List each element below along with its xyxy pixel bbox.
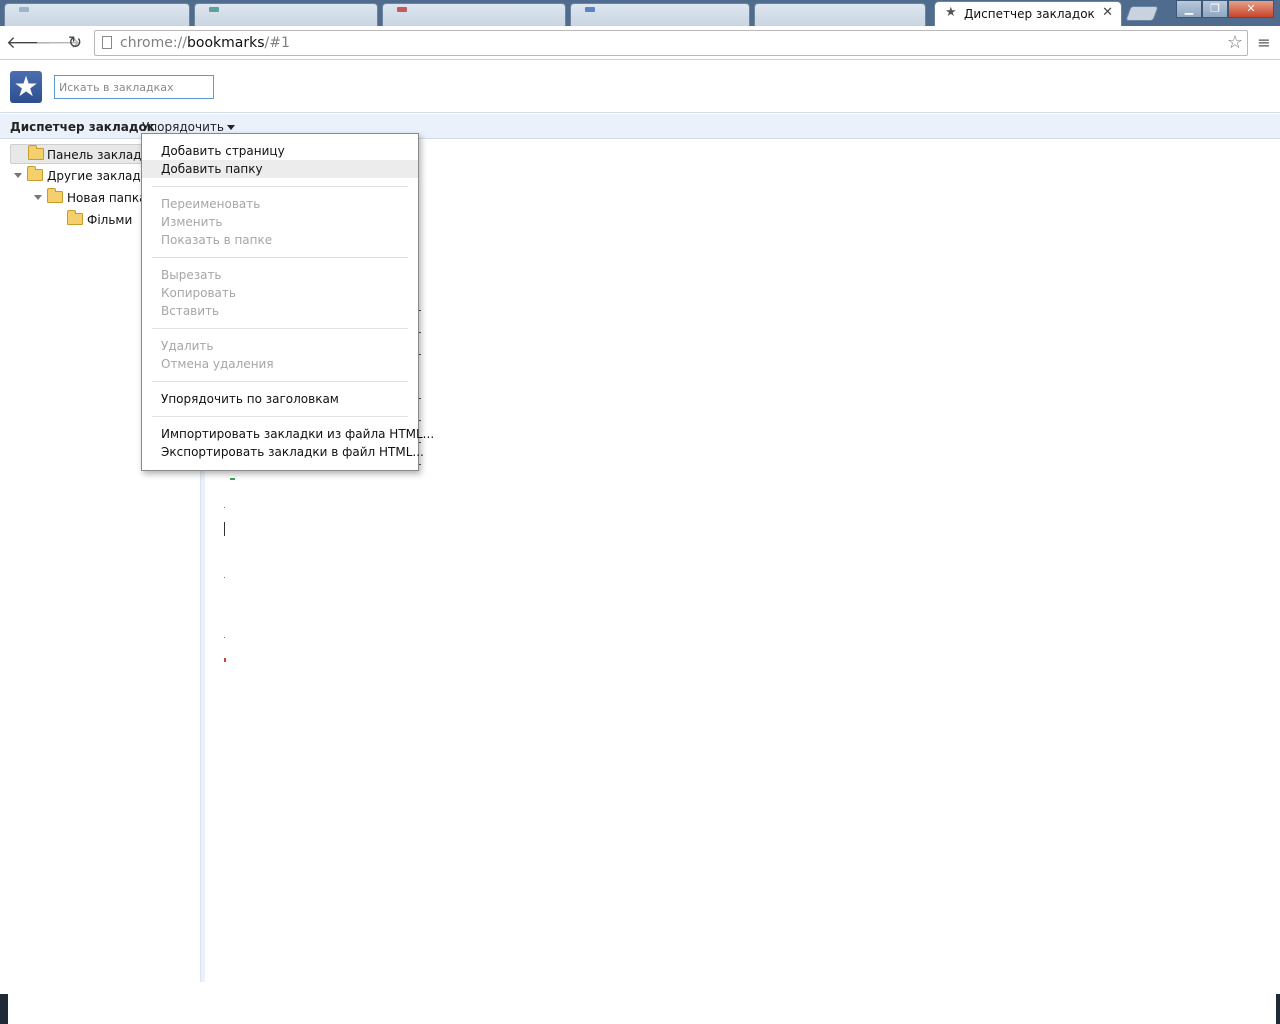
text-cursor (224, 522, 225, 536)
page-icon (102, 36, 112, 49)
menu-item-sort-by-title[interactable]: Упорядочить по заголовкам (142, 390, 418, 408)
folder-open-icon (27, 166, 43, 181)
tree-item-label: Другие закладки (47, 169, 156, 183)
menu-item-copy[interactable]: Копировать (142, 284, 418, 302)
bookmark-star-logo-icon: ★ (10, 71, 42, 103)
menu-item-rename[interactable]: Переименовать (142, 195, 418, 213)
list-item-fragment (224, 637, 225, 638)
expand-arrow-icon[interactable] (34, 195, 42, 200)
url-text: chrome://bookmarks/#1 (120, 35, 290, 51)
favicon-icon (224, 658, 226, 662)
menu-item-edit[interactable]: Изменить (142, 213, 418, 231)
menu-separator (152, 257, 408, 258)
tree-item-label: Новая папка (67, 191, 147, 205)
restore-icon[interactable]: ❐ (1202, 0, 1228, 18)
menu-item-show-in-folder[interactable]: Показать в папке (142, 231, 418, 249)
window-controls: ▁ ❐ ✕ (1176, 0, 1274, 18)
tab-inactive-2[interactable] (194, 3, 378, 26)
menu-separator (152, 416, 408, 417)
back-icon[interactable]: 🡐 (6, 32, 52, 54)
reload-icon[interactable]: ↻ (64, 32, 86, 54)
tab-strip: ★ Диспетчер закладок ✕ ▁ ❐ ✕ (0, 0, 1280, 26)
expand-arrow-icon[interactable] (14, 173, 22, 178)
favicon-icon (209, 7, 219, 12)
favicon-icon (585, 7, 595, 12)
favicon-icon (230, 478, 235, 480)
minimize-icon[interactable]: ▁ (1176, 0, 1202, 18)
menu-item-add-folder[interactable]: Добавить папку (142, 160, 418, 178)
folder-open-icon (47, 188, 63, 203)
window-close-icon[interactable]: ✕ (1228, 0, 1274, 18)
menu-item-delete[interactable]: Удалить (142, 337, 418, 355)
organize-dropdown-menu: Добавить страницу Добавить папку Переиме… (141, 133, 434, 471)
menu-item-cut[interactable]: Вырезать (142, 266, 418, 284)
favicon-icon (397, 7, 407, 12)
address-bar[interactable]: chrome://bookmarks/#1 ☆ (94, 30, 1248, 56)
tab-title: Диспетчер закладок (964, 7, 1095, 21)
menu-item-paste[interactable]: Вставить (142, 302, 418, 320)
wrench-menu-icon[interactable]: ≡ (1254, 32, 1274, 54)
chevron-down-icon (226, 125, 235, 130)
list-item-fragment (224, 507, 225, 508)
bookmarks-header: ★ (0, 61, 1280, 113)
menu-item-export-html[interactable]: Экспортировать закладки в файл HTML... (142, 443, 424, 461)
favicon-icon (19, 7, 29, 12)
forward-icon[interactable]: 🡒 (35, 32, 81, 54)
search-input[interactable] (54, 75, 214, 99)
page-title: Диспетчер закладок (10, 120, 155, 134)
tab-inactive-3[interactable] (382, 3, 566, 26)
menu-separator (152, 186, 408, 187)
close-icon[interactable]: ✕ (1102, 6, 1113, 20)
browser-toolbar: 🡐 🡒 ↻ chrome://bookmarks/#1 ☆ ≡ (0, 26, 1280, 60)
tab-inactive-1[interactable] (4, 3, 190, 26)
tab-inactive-5[interactable] (754, 3, 926, 26)
menu-separator (152, 381, 408, 382)
folder-icon (28, 145, 44, 160)
tree-item-label: Фільми (87, 213, 133, 227)
bookmark-star-icon[interactable]: ☆ (1227, 33, 1243, 53)
page-bottom (0, 982, 1280, 994)
organize-menu-button[interactable]: Упорядочить (142, 120, 235, 134)
tab-inactive-4[interactable] (570, 3, 750, 26)
tab-active[interactable]: ★ Диспетчер закладок ✕ (934, 1, 1122, 26)
list-item-fragment (224, 577, 225, 578)
menu-item-undo-delete[interactable]: Отмена удаления (142, 355, 418, 373)
menu-separator (152, 328, 408, 329)
taskbar (0, 994, 1280, 1024)
menu-item-import-html[interactable]: Импортировать закладки из файла HTML... (142, 425, 434, 443)
tree-item-label: Панель закладок (47, 148, 157, 162)
menu-item-add-page[interactable]: Добавить страницу (142, 142, 418, 160)
new-tab-button[interactable] (1125, 6, 1159, 21)
star-icon: ★ (945, 5, 957, 20)
folder-icon (67, 210, 83, 225)
